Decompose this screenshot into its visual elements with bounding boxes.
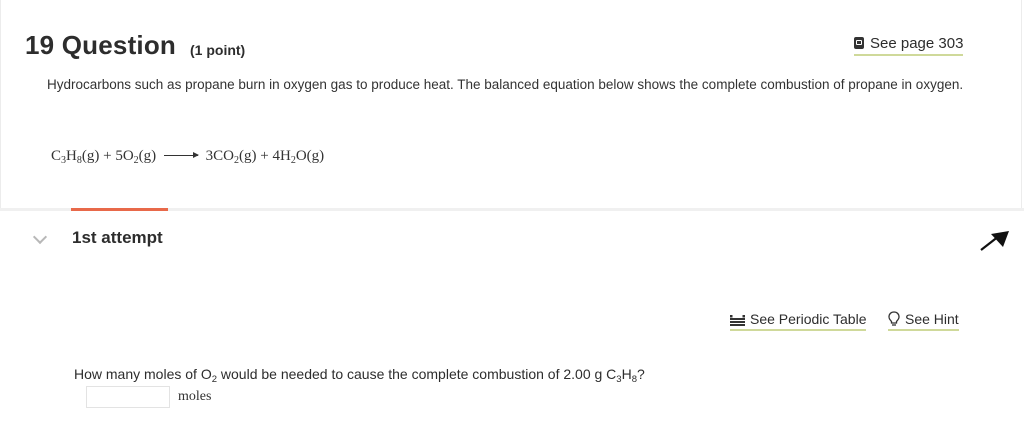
chevron-down-icon[interactable] [32,229,48,245]
attempt-label: 1st attempt [72,228,163,247]
lightbulb-icon [888,311,900,326]
see-hint-label: See Hint [905,311,959,327]
see-periodic-table-label: See Periodic Table [750,311,867,327]
question-prompt: Hydrocarbons such as propane burn in oxy… [47,77,964,92]
see-hint-link[interactable]: See Hint [888,311,959,331]
attempt-progress-bar [71,208,168,211]
see-page-link[interactable]: See page 303 [854,33,964,56]
chemical-equation: C3H8(g) + 5O2(g) 3CO2(g) + 4H2O(g) [51,148,325,166]
question-panel: 19 Question (1 point) See page 303 Hydro… [0,0,1022,209]
reaction-arrow-icon [163,152,199,158]
see-page-label: See page 303 [870,34,964,52]
unit-label: moles [178,389,212,404]
pointer-icon [980,231,1009,251]
book-icon [854,37,864,49]
see-periodic-table-link[interactable]: See Periodic Table [730,311,867,331]
question-title: 19 Question [25,30,177,60]
answer-input[interactable] [86,386,170,408]
part-question: How many moles of O2 would be needed to … [74,366,645,385]
question-points: (1 point) [190,42,246,58]
periodic-table-icon [730,314,745,326]
